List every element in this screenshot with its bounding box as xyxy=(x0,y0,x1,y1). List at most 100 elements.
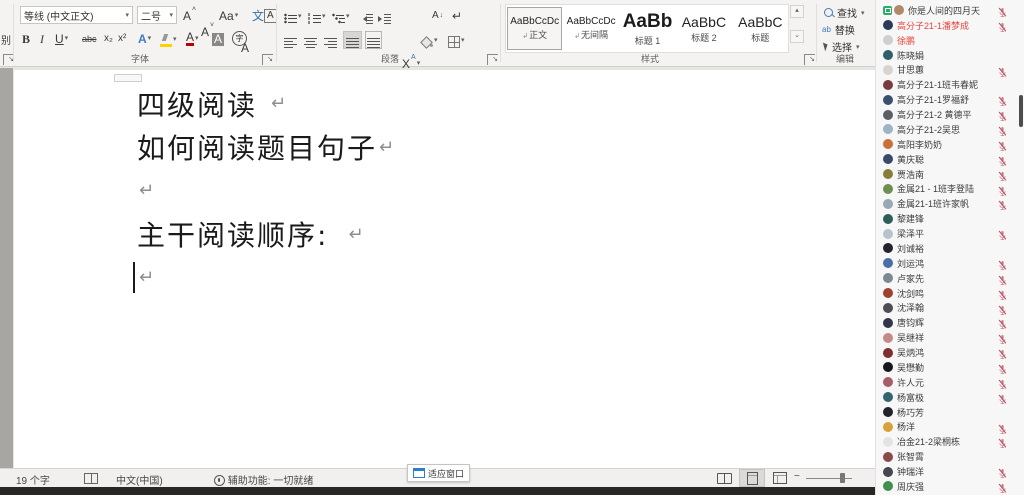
align-center-icon[interactable] xyxy=(304,32,317,48)
participant-row[interactable]: 杨巧芳 xyxy=(876,405,1024,420)
participant-row[interactable]: 刘诚裕 xyxy=(876,241,1024,256)
text-effects-icon[interactable]: A▾ xyxy=(138,30,151,46)
justify-icon[interactable] xyxy=(344,32,361,48)
align-left-icon[interactable] xyxy=(284,32,297,48)
character-shading-icon[interactable]: A xyxy=(212,30,224,46)
participant-row[interactable]: 冶金21-2梁桐栋 xyxy=(876,434,1024,449)
chevron-down-icon[interactable]: ▾ xyxy=(122,11,129,19)
participant-row[interactable]: 吴继祥 xyxy=(876,330,1024,345)
enclose-characters-icon[interactable]: 字 xyxy=(232,30,247,46)
mic-muted-icon[interactable] xyxy=(998,481,1007,495)
participant-row[interactable]: 吴炳鸿 xyxy=(876,345,1024,360)
strikethrough-button[interactable]: abc xyxy=(82,30,97,46)
fit-window-button[interactable]: 适应窗口 xyxy=(407,464,470,482)
participant-row[interactable]: 高分子21-1潘梦成 xyxy=(876,18,1024,33)
participant-row[interactable]: 钟瑞洋 xyxy=(876,464,1024,479)
font-name-combo[interactable]: 等线 (中文正文) ▾ xyxy=(20,6,133,24)
participant-row[interactable]: 金属21-1班许家帆 xyxy=(876,196,1024,211)
align-right-icon[interactable] xyxy=(324,32,337,48)
participant-row[interactable]: 黄庆聪 xyxy=(876,152,1024,167)
superscript-button[interactable]: x² xyxy=(118,30,126,46)
sort-icon[interactable]: A↓ xyxy=(432,7,443,23)
font-color-icon[interactable]: A▾ xyxy=(186,30,199,46)
participant-row[interactable]: 吴懋勤 xyxy=(876,360,1024,375)
bullets-icon[interactable]: ▾ xyxy=(284,8,302,24)
participant-row[interactable]: 高分子21-1罗福舒 xyxy=(876,92,1024,107)
style-card[interactable]: AaBbCcDc ↲正文 xyxy=(507,7,562,50)
font-dialog-launcher-icon[interactable]: ↘ xyxy=(262,54,273,65)
paragraph-mark-icon: ↵ xyxy=(139,267,154,288)
style-card[interactable]: AaBb 标题 1 xyxy=(620,7,675,50)
style-card[interactable]: AaBbC 标题 xyxy=(733,7,788,50)
shading-bucket-icon[interactable]: ▾ xyxy=(420,32,438,48)
styles-scroll-up-icon[interactable]: ▴ xyxy=(790,5,804,18)
highlight-color-icon[interactable]: ▾ xyxy=(160,31,177,47)
participant-row[interactable]: 张智霄 xyxy=(876,449,1024,464)
distributed-icon[interactable] xyxy=(366,32,381,48)
participant-row[interactable]: 高分子21-2 黄德平 xyxy=(876,107,1024,122)
italic-button[interactable]: I xyxy=(40,30,44,46)
show-hide-marks-icon[interactable]: ↵ xyxy=(452,7,462,23)
font-size-combo[interactable]: 二号 ▾ xyxy=(137,6,177,24)
participant-row[interactable]: 沈泽翰 xyxy=(876,301,1024,316)
styles-more-icon[interactable]: ⌄ xyxy=(790,30,804,43)
zoom-slider-handle[interactable] xyxy=(840,473,845,483)
font-size-value: 二号 xyxy=(141,8,161,23)
bold-button[interactable]: B xyxy=(22,30,30,46)
underline-button[interactable]: U▾ xyxy=(55,30,68,46)
multilevel-list-icon[interactable]: ▾ xyxy=(332,8,350,24)
participant-row[interactable]: 金属21 - 1班李登陆 xyxy=(876,182,1024,197)
zoom-slider-track[interactable] xyxy=(806,478,852,479)
replace-button[interactable]: ab替换 xyxy=(822,22,855,37)
decrease-indent-icon[interactable] xyxy=(360,8,373,24)
participant-row[interactable]: 沈剑鸣 xyxy=(876,286,1024,301)
left-edge-strip xyxy=(0,68,13,468)
style-card[interactable]: AaBbC 标题 2 xyxy=(676,7,731,50)
paragraph-dialog-launcher-icon[interactable]: ↘ xyxy=(487,54,498,65)
participant-name: 刘诚裕 xyxy=(897,242,924,255)
participant-row[interactable]: 卢家先 xyxy=(876,271,1024,286)
document-page[interactable]: 四级阅读 ↵ 如何阅读题目句子 ↵ ↵ 主干阅读顺序: ↵ ↵ xyxy=(14,70,1024,468)
participant-row[interactable]: 刘运鸿 xyxy=(876,256,1024,271)
participant-row[interactable]: 陈晓娟 xyxy=(876,48,1024,63)
character-border-icon[interactable]: A xyxy=(264,7,277,23)
participant-row[interactable]: 杨富极 xyxy=(876,390,1024,405)
participant-name: 高分子21-1潘梦成 xyxy=(897,19,969,32)
read-mode-button[interactable] xyxy=(712,470,736,486)
increase-indent-icon[interactable] xyxy=(378,8,391,24)
phonetic-guide-icon[interactable]: 文 xyxy=(252,7,264,23)
subscript-button[interactable]: x₂ xyxy=(104,30,113,46)
participant-row[interactable]: 梁泽平 xyxy=(876,226,1024,241)
participant-row[interactable]: 许人元 xyxy=(876,375,1024,390)
participant-row[interactable]: 周庆强 xyxy=(876,479,1024,494)
chevron-down-icon[interactable]: ▾ xyxy=(166,11,173,19)
zoom-out-button[interactable]: − xyxy=(794,471,800,482)
participant-row[interactable]: 高阳李奶奶 xyxy=(876,137,1024,152)
participant-row[interactable]: 高分子21-2吴思 xyxy=(876,122,1024,137)
participant-row[interactable]: 唐钧辉 xyxy=(876,315,1024,330)
find-button[interactable]: 查找▾ xyxy=(824,5,865,20)
participant-name: 金属21 - 1班李登陆 xyxy=(897,182,974,195)
change-case-icon[interactable]: Aa▾ xyxy=(219,7,238,23)
participant-row[interactable]: 黎建锋 xyxy=(876,211,1024,226)
participant-row[interactable]: 你是人间的四月天 xyxy=(876,3,1024,18)
participant-name: 张智霄 xyxy=(897,450,924,463)
panel-scrollbar-thumb[interactable] xyxy=(1019,95,1023,127)
participant-row[interactable]: 徐鹏 xyxy=(876,33,1024,48)
language-status[interactable]: 中文(中国) xyxy=(116,472,163,487)
styles-group-label: 样式 xyxy=(600,52,700,65)
borders-icon[interactable]: ▾ xyxy=(448,32,465,48)
word-count[interactable]: 19 个字 xyxy=(16,472,50,487)
web-layout-button[interactable] xyxy=(768,470,792,486)
numbering-icon[interactable]: ▾ xyxy=(308,8,326,24)
style-card[interactable]: AaBbCcDc ↲无间隔 xyxy=(563,7,618,50)
proofing-icon[interactable] xyxy=(84,473,98,486)
document-text: 四级阅读 ↵ 如何阅读题目句子 ↵ ↵ 主干阅读顺序: ↵ ↵ xyxy=(137,82,394,300)
participant-row[interactable]: 杨洋 xyxy=(876,420,1024,435)
print-layout-button[interactable] xyxy=(740,470,764,486)
participant-row[interactable]: 高分子21-1班韦春妮 xyxy=(876,77,1024,92)
accessibility-status[interactable]: 辅助功能: 一切就绪 xyxy=(214,472,313,487)
document-line: ↵ xyxy=(137,169,394,213)
participant-row[interactable]: 甘思蕙 xyxy=(876,63,1024,78)
participant-row[interactable]: 贾浩南 xyxy=(876,167,1024,182)
